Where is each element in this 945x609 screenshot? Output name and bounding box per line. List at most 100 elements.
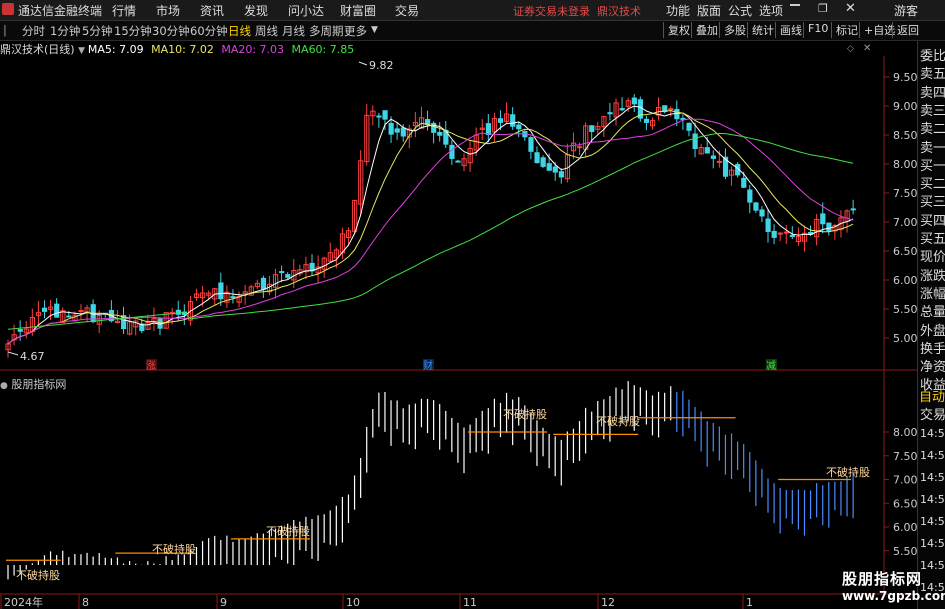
- side-label: 买三: [920, 195, 945, 211]
- trade-time: 14:56: [920, 515, 945, 528]
- candle-body: [437, 131, 443, 136]
- candle-body: [382, 110, 388, 120]
- ma20-line: [7, 118, 854, 345]
- candle-body: [765, 218, 771, 232]
- candle-body: [449, 144, 455, 159]
- side-label: 涨幅: [920, 286, 945, 302]
- candle-body: [66, 315, 72, 318]
- price-tick-label: 7.00: [893, 216, 917, 229]
- candle-body: [516, 124, 522, 130]
- candle-body: [710, 155, 716, 159]
- side-label: 卖一: [920, 140, 945, 156]
- price-tick-label: 6.00: [893, 274, 917, 287]
- candle-body: [388, 122, 394, 135]
- candle-body: [850, 208, 856, 211]
- candle-body: [643, 118, 650, 123]
- candle-body: [218, 282, 224, 300]
- candle-body: [783, 231, 789, 234]
- candle-body: [455, 160, 461, 163]
- quote-side-panel: 委比 卖五 卖四 卖三 卖二 卖一 买一 买二 买三 买四 买五 现价 涨跌 涨幅 总量 外盘 换手 净资 收益 自动…: [917, 41, 945, 609]
- side-label: 卖四: [920, 85, 945, 101]
- candle-body: [528, 137, 534, 152]
- side-label: 换手: [920, 341, 945, 357]
- candle-body: [510, 114, 516, 127]
- candle-body: [680, 117, 686, 120]
- price-tick-label: 8.00: [893, 158, 917, 171]
- price-tick-label: 7.50: [893, 187, 917, 200]
- auto-label[interactable]: 自动: [919, 386, 945, 405]
- trade-time: 14:56: [920, 471, 945, 484]
- candle-body: [552, 166, 558, 173]
- trade-time: 14:56: [920, 493, 945, 506]
- indicator-tick-label: 5.50: [893, 545, 917, 558]
- hold-signal-label: 不破持股: [503, 407, 547, 421]
- price-tick-label: 9.00: [893, 100, 917, 113]
- side-label: 净资: [920, 360, 945, 376]
- ma5-line: [7, 105, 854, 345]
- candle-body: [789, 234, 796, 237]
- indicator-tick-label: 8.00: [893, 426, 917, 439]
- side-label: 外盘: [920, 323, 945, 339]
- hold-signal-label: 不破持股: [266, 524, 310, 538]
- candle-body: [230, 296, 236, 299]
- side-label: 现价: [920, 250, 945, 266]
- candle-body: [54, 303, 60, 318]
- candle-body: [631, 97, 637, 105]
- candle-body: [674, 108, 680, 120]
- candle-body: [546, 163, 552, 171]
- candle-body: [400, 127, 406, 137]
- candle-body: [376, 115, 382, 118]
- xaxis-label: 11: [463, 596, 477, 609]
- xaxis-label: 12: [601, 596, 615, 609]
- candle-body: [607, 112, 613, 115]
- trade-label[interactable]: 交易: [920, 404, 945, 423]
- rise-marker: 涨: [146, 360, 156, 372]
- candle-body: [497, 118, 504, 123]
- candle-body: [759, 209, 765, 217]
- xaxis-label: 10: [346, 596, 360, 609]
- candle-body: [41, 307, 48, 312]
- xaxis-label: 9: [220, 596, 227, 609]
- candle-body: [394, 128, 400, 133]
- xaxis-label: 1: [746, 596, 753, 609]
- hold-signal-label: 不破持股: [596, 414, 640, 428]
- price-tick-label: 5.00: [893, 332, 917, 345]
- side-label: 总量: [920, 305, 945, 321]
- xaxis-label: 2024年: [4, 595, 43, 609]
- candle-body: [534, 152, 540, 164]
- price-tick-label: 6.50: [893, 245, 917, 258]
- reduce-marker: 减: [766, 360, 776, 372]
- low-price-label: 4.67: [20, 350, 45, 363]
- indicator-tick-label: 7.50: [893, 450, 917, 463]
- side-label: 买五: [920, 232, 945, 247]
- side-label: 买二: [920, 177, 945, 193]
- candle-body: [540, 157, 546, 167]
- candle-body: [78, 310, 84, 313]
- hold-signal-label: 不破持股: [826, 465, 870, 479]
- watermark-title: 股朋指标网: [842, 570, 923, 588]
- side-label: 卖三: [920, 103, 945, 119]
- candle-body: [826, 222, 832, 232]
- candle-body: [485, 123, 492, 136]
- high-price-label: 9.82: [369, 59, 394, 72]
- price-tick-label: 8.50: [893, 129, 917, 142]
- candle-body: [260, 277, 267, 290]
- indicator-tick-label: 6.50: [893, 497, 917, 510]
- price-tick-label: 5.50: [893, 303, 917, 316]
- side-label: 买四: [920, 213, 945, 229]
- candle-body: [741, 177, 747, 188]
- candle-body: [577, 146, 583, 149]
- hold-signal-label: 不破持股: [152, 542, 196, 556]
- indicator-tick-label: 6.00: [893, 521, 917, 534]
- candle-body: [17, 329, 23, 332]
- trade-time: 14:56: [920, 537, 945, 550]
- high-pointer-line: [358, 61, 368, 66]
- candle-body: [771, 230, 777, 238]
- candle-body: [704, 147, 710, 154]
- xaxis-label: 8: [82, 596, 89, 609]
- side-label: 卖二: [920, 122, 945, 138]
- watermark-url: www.7gpzb.com: [842, 589, 945, 603]
- trade-time: 14:56: [920, 427, 945, 440]
- site-watermark: 股朋指标网 www.7gpzb.com: [842, 568, 945, 603]
- candle-body: [753, 202, 759, 211]
